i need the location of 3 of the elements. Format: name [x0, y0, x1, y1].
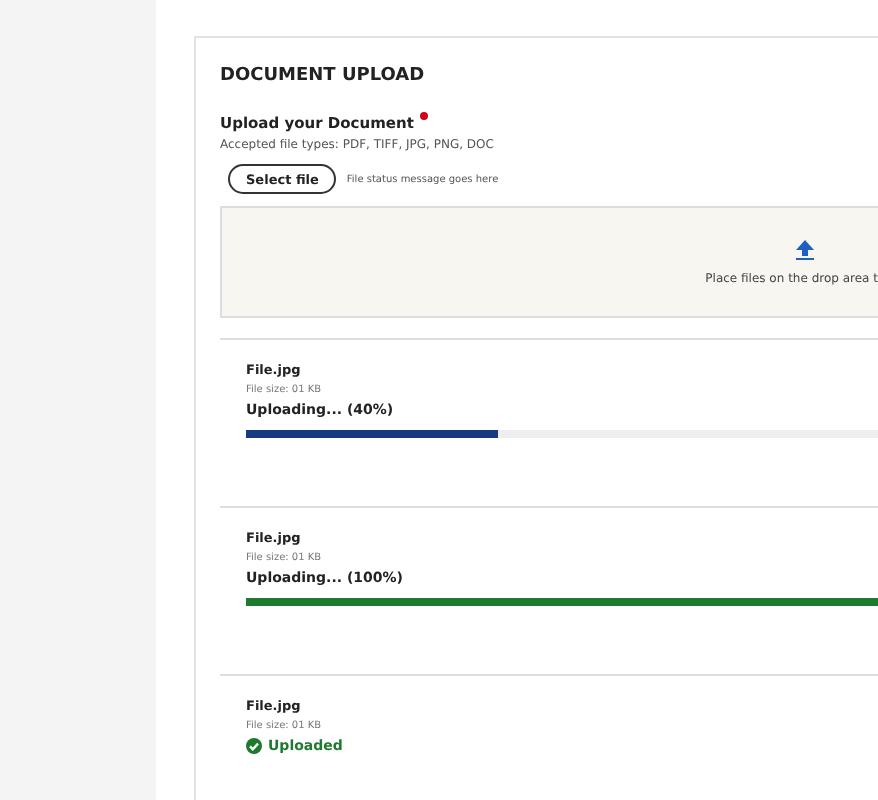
section-title: DOCUMENT UPLOAD — [220, 66, 427, 90]
upload-icon — [796, 239, 814, 259]
check-circle-icon — [246, 738, 262, 754]
